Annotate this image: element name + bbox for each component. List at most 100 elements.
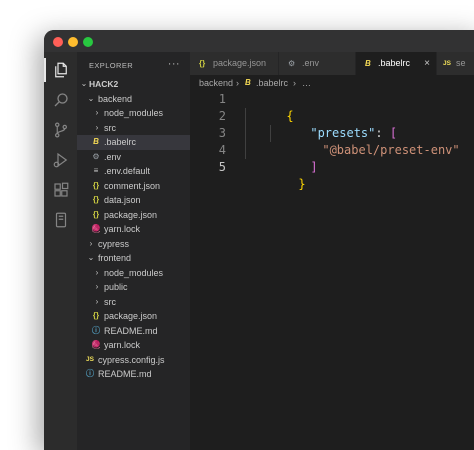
tree-label: data.json — [104, 195, 141, 205]
run-debug-icon[interactable] — [44, 146, 77, 174]
chevron-right-icon: › — [95, 267, 99, 277]
json-icon: {} — [199, 59, 206, 68]
tree-label: yarn.lock — [104, 224, 141, 234]
chevron-down-icon: ⌄ — [87, 93, 95, 103]
title-bar — [44, 30, 474, 52]
more-actions-icon[interactable]: ··· — [168, 58, 180, 70]
source-control-icon[interactable] — [44, 116, 77, 144]
code-editor[interactable]: 1 2 3 4 5 { "presets": [ "@babel/preset-… — [190, 91, 474, 450]
workspace-root[interactable]: ⌄ HACK2 — [77, 77, 190, 92]
info-icon: ⓘ — [92, 325, 100, 335]
chevron-right-icon: › — [95, 296, 99, 306]
tree-folder-public[interactable]: › public — [77, 280, 190, 295]
close-window-button[interactable] — [53, 37, 63, 47]
gear-icon: ⚙ — [92, 151, 100, 161]
tab-label: package.json — [213, 58, 267, 68]
code-line-5: } — [255, 159, 305, 191]
breadcrumb-file[interactable]: .babelrc — [256, 75, 288, 91]
breadcrumb-more[interactable]: … — [302, 75, 311, 91]
tree-file-babelrc[interactable]: B .babelrc — [77, 135, 190, 150]
tree-file-env-default[interactable]: ≡ .env.default — [77, 164, 190, 179]
tab-label: se — [456, 58, 466, 68]
gear-icon: ⚙ — [288, 59, 296, 68]
files-icon[interactable] — [44, 56, 77, 84]
explorer-header: EXPLORER ··· — [89, 58, 184, 73]
tree-folder-cypress[interactable]: › cypress — [77, 237, 190, 252]
tab-env[interactable]: ⚙ .env — [279, 52, 356, 75]
tree-file-package-json[interactable]: {} package.json — [77, 208, 190, 223]
tree-folder-src[interactable]: › src — [77, 121, 190, 136]
breadcrumb: backend › B .babelrc › … — [190, 75, 474, 91]
tree-file-data-json[interactable]: {} data.json — [77, 193, 190, 208]
chevron-right-icon: › — [89, 238, 93, 248]
tree-file-yarn-lock[interactable]: 🧶 yarn.lock — [77, 222, 190, 237]
breadcrumb-separator: › — [293, 78, 296, 88]
json-icon: {} — [92, 195, 100, 204]
tree-label: .env — [104, 151, 122, 162]
tree-folder-frontend[interactable]: ⌄ frontend — [77, 251, 190, 266]
tree-file-comment-json[interactable]: {} comment.json — [77, 179, 190, 194]
code-line-2: "presets": [ — [267, 108, 397, 140]
tab-package-json[interactable]: {} package.json — [190, 52, 279, 75]
tab-babelrc[interactable]: B .babelrc × — [356, 52, 437, 75]
babel-icon: B — [245, 78, 251, 87]
tree-folder-src[interactable]: › src — [77, 295, 190, 310]
javascript-icon: JS — [86, 355, 94, 363]
line-number: 4 — [218, 143, 226, 157]
babel-icon: B — [365, 59, 371, 68]
chevron-right-icon: › — [95, 108, 99, 117]
tree-label: package.json — [104, 209, 158, 220]
remote-explorer-icon[interactable] — [44, 206, 77, 234]
tree-folder-backend[interactable]: ⌄ backend — [77, 92, 190, 107]
code-line-4: ] — [267, 142, 317, 174]
chevron-right-icon: › — [95, 282, 99, 291]
tree-label: .env.default — [104, 166, 150, 176]
yarn-icon: 🧶 — [91, 340, 101, 349]
tree-file-readme[interactable]: ⓘ README.md — [77, 324, 190, 339]
code-line-3: "@babel/preset-env" — [279, 125, 459, 157]
tree-label: comment.json — [104, 180, 161, 191]
line-number: 2 — [218, 109, 226, 123]
chevron-down-icon: ⌄ — [87, 253, 95, 262]
info-icon: ⓘ — [86, 369, 94, 378]
breadcrumb-folder[interactable]: backend — [199, 75, 233, 91]
code-token: ] — [310, 160, 318, 174]
tree-file-cypress-config[interactable]: JS cypress.config.js — [77, 353, 190, 368]
json-icon: {} — [92, 311, 100, 320]
breadcrumb-separator: › — [236, 78, 239, 88]
tree-label: public — [104, 282, 128, 292]
minimize-window-button[interactable] — [68, 37, 78, 47]
tree-label: frontend — [98, 253, 132, 263]
tab-label: .env — [302, 58, 320, 68]
tree-file-yarn-lock[interactable]: 🧶 yarn.lock — [77, 338, 190, 353]
text-lines-icon: ≡ — [93, 166, 99, 175]
editor-tabs: {} package.json ⚙ .env B .babelrc × JS s… — [190, 52, 474, 75]
editor-window: EXPLORER ··· ⌄ HACK2 ⌄ backend › node_mo… — [44, 30, 474, 450]
tree-label: cypress.config.js — [98, 354, 165, 365]
chevron-right-icon: › — [95, 122, 99, 132]
chevron-down-icon: ⌄ — [80, 79, 88, 88]
json-icon: {} — [92, 180, 100, 190]
tree-label: package.json — [104, 311, 158, 321]
close-tab-icon[interactable]: × — [424, 52, 430, 75]
tree-label: backend — [98, 93, 133, 104]
tree-file-package-json[interactable]: {} package.json — [77, 309, 190, 324]
extensions-icon[interactable] — [44, 176, 77, 204]
tree-file-env[interactable]: ⚙ .env — [77, 150, 190, 165]
tab-cypress-config[interactable]: JS se — [437, 52, 474, 75]
tree-label: cypress — [98, 238, 130, 249]
javascript-icon: JS — [443, 60, 451, 67]
tree-label: README.md — [98, 369, 152, 379]
tree-label: node_modules — [104, 108, 164, 118]
json-icon: {} — [92, 209, 100, 219]
code-line-1: { — [243, 91, 293, 123]
line-number-current: 5 — [218, 160, 226, 174]
tree-file-readme[interactable]: ⓘ README.md — [77, 367, 190, 382]
babel-icon: B — [93, 137, 99, 146]
code-token: } — [298, 177, 306, 191]
workspace-label: HACK2 — [89, 79, 119, 89]
tree-folder-node-modules[interactable]: › node_modules — [77, 266, 190, 281]
zoom-window-button[interactable] — [83, 37, 93, 47]
search-icon[interactable] — [44, 86, 77, 114]
tree-folder-node-modules[interactable]: › node_modules — [77, 106, 190, 121]
